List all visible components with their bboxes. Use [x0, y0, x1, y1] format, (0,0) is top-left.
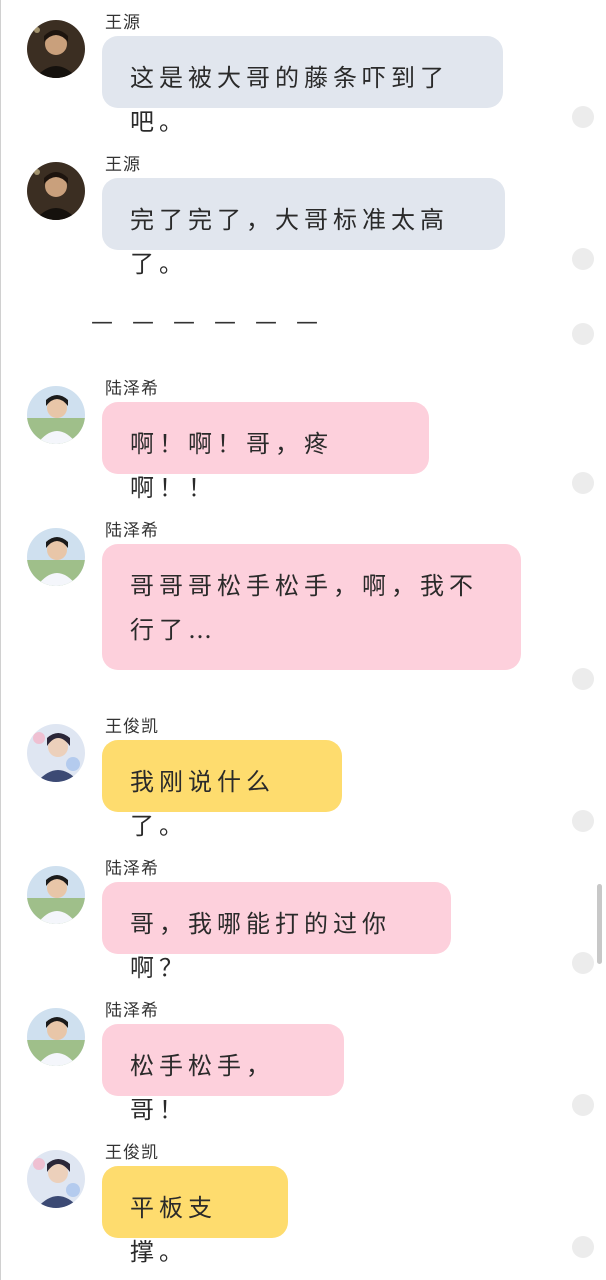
select-radio[interactable]: [572, 106, 594, 128]
message-bubble[interactable]: 松手松手，哥！: [102, 1024, 344, 1124]
avatar[interactable]: [27, 386, 85, 444]
message-bubble[interactable]: 哥，我哪能打的过你啊？: [102, 882, 451, 982]
select-radio[interactable]: [572, 1094, 594, 1116]
avatar[interactable]: [27, 866, 85, 924]
select-radio[interactable]: [572, 248, 594, 270]
sender-name: 陆泽希: [105, 521, 159, 541]
sender-name: 陆泽希: [105, 379, 159, 399]
message-bubble[interactable]: 我刚说什么了。: [102, 740, 342, 840]
sender-name: 陆泽希: [105, 859, 159, 879]
message-bubble[interactable]: 这是被大哥的藤条吓到了吧。: [102, 36, 503, 136]
message-bubble[interactable]: 哥哥哥松手松手，啊，我不行了…: [102, 544, 521, 670]
sender-name: 王俊凯: [105, 1143, 159, 1163]
avatar[interactable]: [27, 1150, 85, 1208]
select-radio[interactable]: [572, 1236, 594, 1258]
avatar[interactable]: [27, 724, 85, 782]
select-radio[interactable]: [572, 472, 594, 494]
select-radio[interactable]: [572, 952, 594, 974]
message-bubble[interactable]: 完了完了，大哥标准太高了。: [102, 178, 505, 278]
avatar[interactable]: [27, 1008, 85, 1066]
avatar[interactable]: [27, 528, 85, 586]
message-bubble[interactable]: 平板支撑。: [102, 1166, 288, 1266]
chat-log[interactable]: 王源 这是被大哥的藤条吓到了吧。 王源 完了完了，大哥标准太高了。 — — — …: [1, 0, 606, 1280]
scrollbar-thumb[interactable]: [597, 884, 602, 964]
sender-name: 陆泽希: [105, 1001, 159, 1021]
select-radio[interactable]: [572, 810, 594, 832]
select-radio[interactable]: [572, 323, 594, 345]
avatar[interactable]: [27, 162, 85, 220]
message-bubble[interactable]: 啊！啊！哥，疼啊！！: [102, 402, 429, 502]
select-radio[interactable]: [572, 668, 594, 690]
sender-name: 王俊凯: [105, 717, 159, 737]
sender-name: 王源: [105, 155, 141, 175]
section-divider: — — — — — —: [91, 310, 324, 335]
sender-name: 王源: [105, 13, 141, 33]
avatar[interactable]: [27, 20, 85, 78]
